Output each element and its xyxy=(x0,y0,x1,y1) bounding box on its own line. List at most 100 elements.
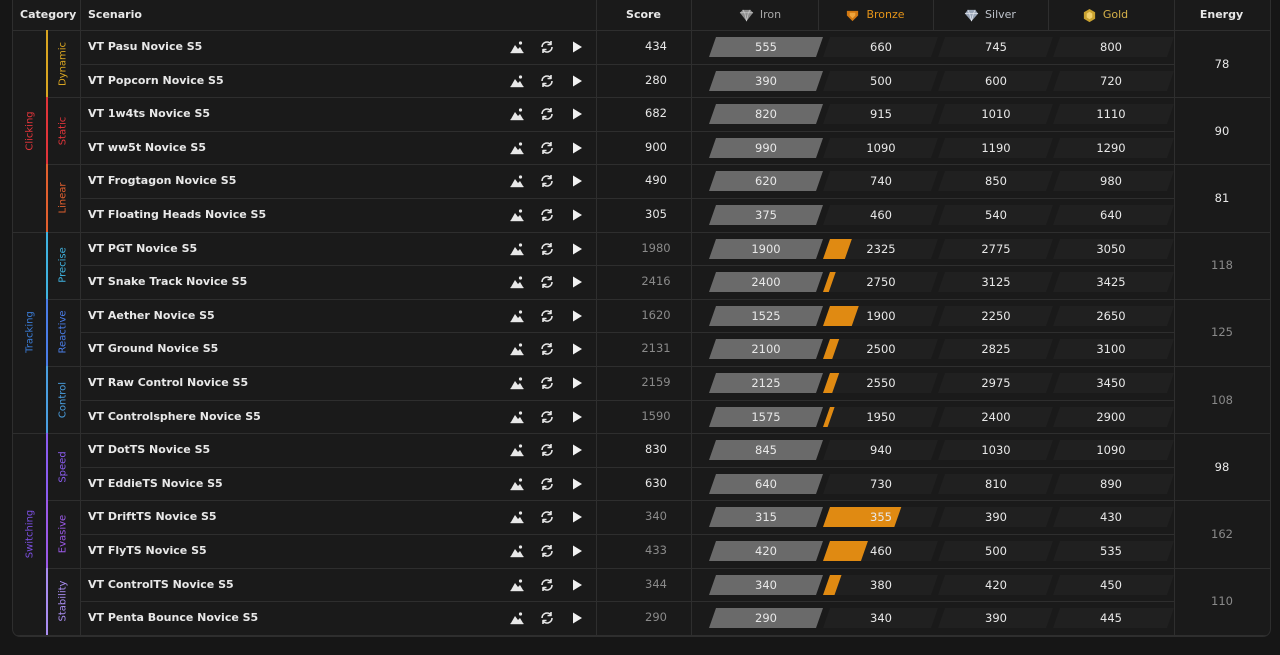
replay-icon[interactable] xyxy=(539,140,555,156)
replay-icon[interactable] xyxy=(539,241,555,257)
play-icon[interactable] xyxy=(569,274,585,290)
bronze-threshold: 2325 xyxy=(866,241,896,256)
image-icon[interactable] xyxy=(509,543,525,559)
image-icon[interactable] xyxy=(509,476,525,492)
image-icon[interactable] xyxy=(509,409,525,425)
play-icon[interactable] xyxy=(569,106,585,122)
silver-threshold: 1010 xyxy=(981,107,1011,122)
replay-icon[interactable] xyxy=(539,610,555,626)
scenario-name: VT EddieTS Novice S5 xyxy=(88,476,223,490)
rank-progress: 640 730 810 890 xyxy=(709,473,1174,494)
scenario-name: VT Frogtagon Novice S5 xyxy=(88,174,237,188)
score-value: 2416 xyxy=(641,274,671,289)
rank-progress: 2400 2750 3125 3425 xyxy=(709,272,1174,293)
table-row: VT Popcorn Novice S5 280 390 500 600 720 xyxy=(80,64,1174,99)
image-icon[interactable] xyxy=(509,241,525,257)
replay-icon[interactable] xyxy=(539,39,555,55)
table-row: VT Penta Bounce Novice S5 290 290 340 390 445 xyxy=(80,601,1174,636)
replay-icon[interactable] xyxy=(539,375,555,391)
play-icon[interactable] xyxy=(569,73,585,89)
scenario-name: VT Snake Track Novice S5 xyxy=(88,275,248,289)
image-icon[interactable] xyxy=(509,140,525,156)
image-icon[interactable] xyxy=(509,39,525,55)
energy-cell: 108 xyxy=(1174,366,1270,435)
image-icon[interactable] xyxy=(509,610,525,626)
subcategory-label: Reactive xyxy=(57,310,69,354)
iron-threshold: 640 xyxy=(755,476,777,491)
score-value: 340 xyxy=(645,509,667,524)
score-value: 2159 xyxy=(641,375,671,389)
table-row: VT FlyTS Novice S5 433 420 460 500 535 xyxy=(80,534,1174,569)
play-icon[interactable] xyxy=(569,577,585,593)
replay-icon[interactable] xyxy=(539,577,555,593)
image-icon[interactable] xyxy=(509,341,525,357)
play-icon[interactable] xyxy=(569,509,585,525)
play-icon[interactable] xyxy=(569,442,585,458)
gold-threshold: 980 xyxy=(1100,174,1122,189)
image-icon[interactable] xyxy=(509,375,525,391)
table-row: VT Snake Track Novice S5 2416 2400 2750 3125… xyxy=(80,265,1174,300)
play-icon[interactable] xyxy=(569,409,585,425)
image-icon[interactable] xyxy=(509,274,525,290)
image-icon[interactable] xyxy=(509,173,525,189)
replay-icon[interactable] xyxy=(539,442,555,458)
silver-threshold: 1030 xyxy=(981,443,1011,458)
play-icon[interactable] xyxy=(569,207,585,223)
subcategory-dynamic: Dynamic xyxy=(46,30,80,99)
subcategory-label: Evasive xyxy=(57,514,69,554)
play-icon[interactable] xyxy=(569,610,585,626)
replay-icon[interactable] xyxy=(539,173,555,189)
replay-icon[interactable] xyxy=(539,476,555,492)
silver-threshold: 2250 xyxy=(981,308,1011,323)
scenario-name: VT Penta Bounce Novice S5 xyxy=(88,611,259,625)
image-icon[interactable] xyxy=(509,106,525,122)
bronze-threshold: 730 xyxy=(870,476,892,491)
table-row: VT Floating Heads Novice S5 305 375 460 540 6… xyxy=(80,198,1174,233)
category-label: Tracking xyxy=(24,311,35,354)
gold-threshold: 445 xyxy=(1100,611,1122,626)
score-value: 1590 xyxy=(641,408,671,423)
image-icon[interactable] xyxy=(509,207,525,223)
rank-progress: 375 460 540 640 xyxy=(709,205,1174,225)
silver-threshold: 420 xyxy=(985,577,1007,592)
rank-progress: 990 1090 1190 1290 xyxy=(709,137,1174,158)
gold-threshold: 3100 xyxy=(1096,342,1126,357)
gold-threshold: 450 xyxy=(1100,577,1122,592)
subcategory-static: Static xyxy=(46,97,80,166)
play-icon[interactable] xyxy=(569,543,585,559)
play-icon[interactable] xyxy=(569,341,585,357)
play-icon[interactable] xyxy=(569,241,585,257)
play-icon[interactable] xyxy=(569,476,585,492)
replay-icon[interactable] xyxy=(539,409,555,425)
bronze-threshold: 2550 xyxy=(866,376,896,390)
play-icon[interactable] xyxy=(569,173,585,189)
gold-threshold: 640 xyxy=(1100,208,1122,222)
header-energy: Energy xyxy=(1199,8,1244,21)
replay-icon[interactable] xyxy=(539,106,555,122)
image-icon[interactable] xyxy=(509,73,525,89)
replay-icon[interactable] xyxy=(539,274,555,290)
gold-threshold: 3050 xyxy=(1096,241,1126,256)
bronze-threshold: 915 xyxy=(870,107,892,122)
replay-icon[interactable] xyxy=(539,308,555,324)
silver-threshold: 390 xyxy=(985,611,1007,626)
replay-icon[interactable] xyxy=(539,207,555,223)
replay-icon[interactable] xyxy=(539,509,555,525)
silver-threshold: 600 xyxy=(985,73,1007,88)
image-icon[interactable] xyxy=(509,577,525,593)
play-icon[interactable] xyxy=(569,140,585,156)
replay-icon[interactable] xyxy=(539,73,555,89)
play-icon[interactable] xyxy=(569,308,585,324)
iron-threshold: 340 xyxy=(755,577,777,592)
replay-icon[interactable] xyxy=(539,341,555,357)
image-icon[interactable] xyxy=(509,308,525,324)
play-icon[interactable] xyxy=(569,375,585,391)
replay-icon[interactable] xyxy=(539,543,555,559)
gold-rank-icon xyxy=(1083,8,1095,22)
energy-cell: 81 xyxy=(1174,164,1270,233)
energy-cell: 162 xyxy=(1174,500,1270,569)
score-value: 630 xyxy=(645,475,667,490)
image-icon[interactable] xyxy=(509,442,525,458)
play-icon[interactable] xyxy=(569,39,585,55)
image-icon[interactable] xyxy=(509,509,525,525)
